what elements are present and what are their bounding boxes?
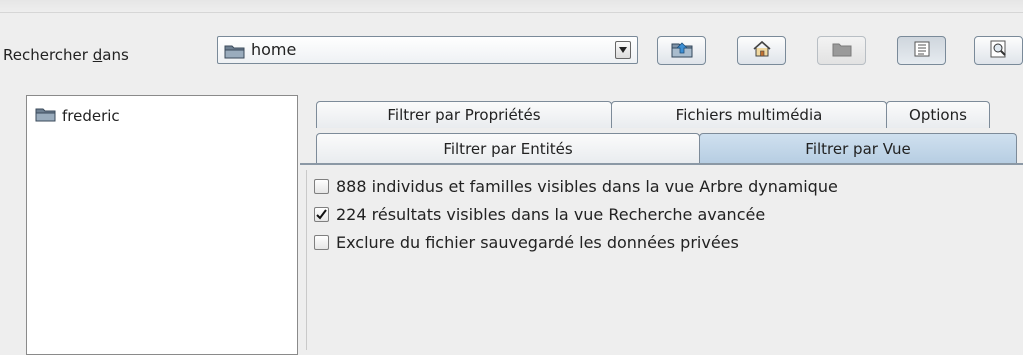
- filter-view-panel: 888 individus et familles visibles dans …: [306, 170, 1023, 350]
- checkbox-exclude-private[interactable]: [314, 235, 329, 250]
- list-item[interactable]: frederic: [35, 106, 120, 126]
- option-label: Exclure du fichier sauvegardé les donnée…: [336, 233, 739, 252]
- option-row-exclude-private[interactable]: Exclure du fichier sauvegardé les donnée…: [314, 233, 739, 252]
- checkbox-dynamic-tree[interactable]: [314, 179, 329, 194]
- home-icon: [752, 40, 772, 62]
- tab-filter-view[interactable]: Filtrer par Vue: [699, 133, 1017, 164]
- details-view-icon: [990, 40, 1008, 62]
- new-folder-button[interactable]: [817, 36, 866, 65]
- checkbox-advanced-search[interactable]: [314, 207, 329, 222]
- tab-multimedia-files[interactable]: Fichiers multimédia: [611, 101, 887, 128]
- folder-icon: [224, 43, 246, 63]
- tab-options[interactable]: Options: [886, 101, 990, 128]
- details-view-button[interactable]: [974, 36, 1023, 65]
- checkmark-icon: [316, 209, 327, 220]
- file-list[interactable]: frederic: [26, 95, 298, 355]
- folder-icon: [35, 106, 57, 126]
- tab-strip-divider: [300, 163, 1023, 165]
- option-label: 888 individus et familles visibles dans …: [336, 177, 838, 196]
- look-in-combobox[interactable]: home: [217, 36, 638, 64]
- up-folder-icon: [671, 40, 693, 62]
- option-label: 224 résultats visibles dans la vue Reche…: [336, 205, 766, 224]
- chevron-down-icon[interactable]: [615, 41, 631, 59]
- option-row-advanced-search[interactable]: 224 résultats visibles dans la vue Reche…: [314, 205, 765, 224]
- up-folder-button[interactable]: [657, 36, 706, 65]
- home-button[interactable]: [737, 36, 786, 65]
- look-in-label: Rechercher dans: [3, 46, 129, 64]
- tab-filter-properties[interactable]: Filtrer par Propriétés: [316, 101, 612, 128]
- option-row-dynamic-tree[interactable]: 888 individus et familles visibles dans …: [314, 177, 838, 196]
- window-top-edge: [0, 0, 1023, 13]
- new-folder-icon: [832, 41, 852, 61]
- list-item-label: frederic: [62, 107, 120, 125]
- tab-filter-entities[interactable]: Filtrer par Entités: [316, 133, 700, 163]
- list-view-icon: [914, 41, 930, 61]
- look-in-value: home: [251, 40, 297, 59]
- list-view-button[interactable]: [897, 36, 946, 65]
